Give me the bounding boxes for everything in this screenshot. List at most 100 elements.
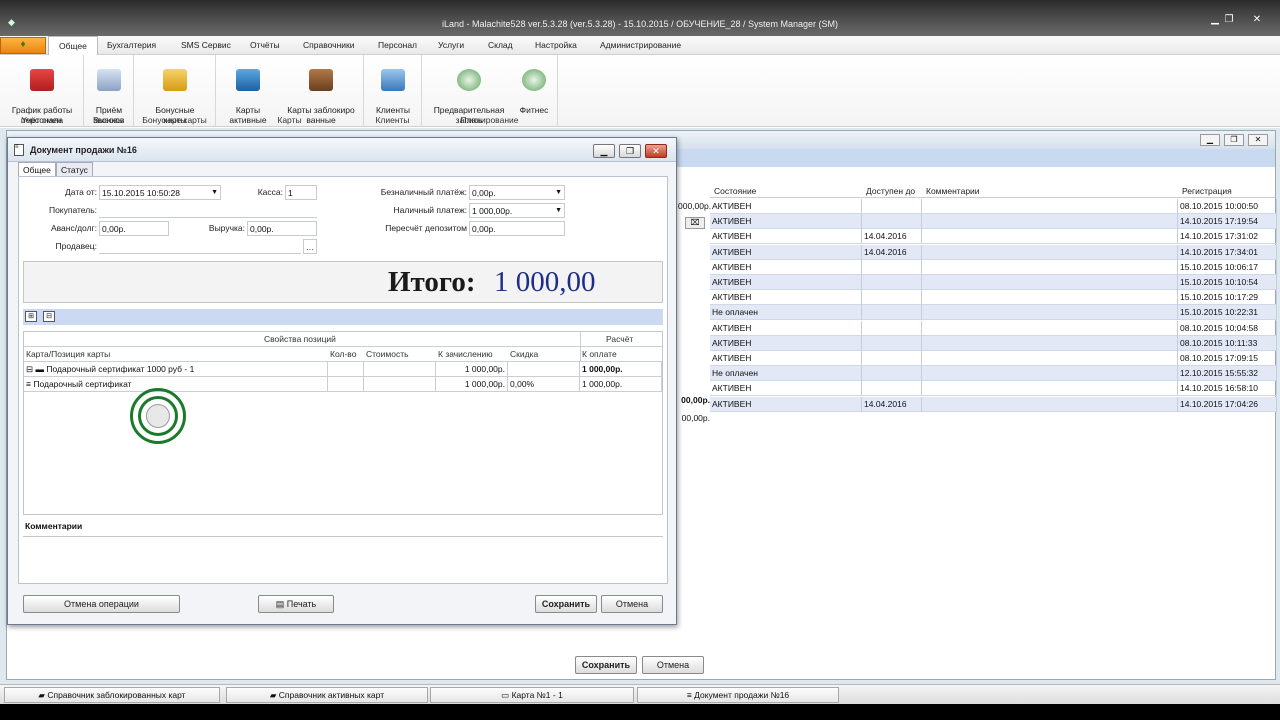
col-card-position[interactable]: Карта/Позиция карты (26, 347, 110, 361)
clients-button[interactable]: Клиенты (368, 59, 418, 115)
dialog-title: Документ продажи №16 (30, 145, 137, 155)
table-row[interactable]: АКТИВЕН 15.10.2015 10:10:54 (710, 275, 1277, 290)
comments-field[interactable] (23, 536, 663, 580)
buyer-label: Покупатель: (48, 205, 97, 215)
cashless-field[interactable]: 0,00р. ▼ (469, 185, 565, 200)
task-blocked-cards[interactable]: ▰ Справочник заблокированных карт (4, 687, 220, 703)
table-cell: АКТИВЕН (710, 290, 862, 306)
menu-tab-directories[interactable]: Справочники (303, 36, 355, 55)
kassa-field[interactable]: 1 (285, 185, 317, 200)
col-qty[interactable]: Кол-во (330, 347, 356, 361)
chevron-down-icon[interactable]: ▼ (555, 186, 562, 200)
date-field[interactable]: 15.10.2015 10:50:28 ▼ (99, 185, 221, 200)
menu-tab-reports[interactable]: Отчёты (250, 36, 280, 55)
table-row[interactable]: АКТИВЕН 14.10.2015 17:19:54 (710, 214, 1277, 230)
bg-clear-icon[interactable]: ⌧ (685, 217, 705, 229)
grid-row[interactable]: ≡ Подарочный сертификат 1 000,00р. 0,00% 1 … (24, 377, 662, 392)
bg-minimize-icon[interactable]: ▁ (1200, 134, 1220, 146)
menu-tab-admin[interactable]: Администрирование (600, 36, 681, 55)
menu-tab-accounting[interactable]: Бухгалтерия (107, 36, 156, 55)
dialog-restore-icon[interactable]: ❐ (619, 144, 641, 158)
col-header-comments[interactable]: Комментарии (926, 184, 980, 198)
menu-tab-settings[interactable]: Настройка (535, 36, 577, 55)
bg-close-icon[interactable]: ✕ (1248, 134, 1268, 146)
advance-field[interactable]: 0,00р. (99, 221, 169, 236)
mouse-cursor-icon (146, 404, 170, 428)
expand-tree-icon[interactable]: ⊞ (25, 311, 37, 322)
minimize-icon[interactable]: ▁ (1208, 14, 1222, 26)
col-credit[interactable]: К зачислению (438, 347, 493, 361)
table-cell (862, 305, 922, 321)
cashless-label: Безналичный платёж: (380, 187, 467, 197)
app-menu-button[interactable]: ♦ (0, 37, 46, 54)
table-cell: 14.04.2016 (862, 396, 922, 412)
close-icon[interactable]: ✕ (1250, 14, 1264, 26)
table-row[interactable]: АКТИВЕН 15.10.2015 10:06:17 (710, 259, 1277, 275)
col-discount[interactable]: Скидка (510, 347, 538, 361)
book-locked-icon (309, 69, 333, 91)
bg-restore-icon[interactable]: ❐ (1224, 134, 1244, 146)
fitness-button[interactable]: Фитнес (514, 59, 554, 115)
menu-tab-services[interactable]: Услуги (438, 36, 464, 55)
buyer-field[interactable] (99, 203, 317, 218)
menu-tab-sms[interactable]: SMS Сервис (181, 36, 231, 55)
table-cell: АКТИВЕН (710, 244, 862, 260)
table-cell (922, 320, 1178, 336)
deposit-field[interactable]: 0,00р. (469, 221, 565, 236)
ribbon-group-bonus: Бонусные карты Бонусные карты (134, 55, 216, 127)
task-active-cards[interactable]: ▰ Справочник активных карт (226, 687, 428, 703)
chevron-down-icon[interactable]: ▼ (555, 204, 562, 218)
table-row[interactable]: АКТИВЕН 08.10.2015 10:11:33 (710, 335, 1277, 351)
grid-cell-qty (328, 362, 364, 377)
chevron-down-icon[interactable]: ▼ (211, 186, 218, 200)
revenue-field[interactable]: 0,00р. (247, 221, 317, 236)
cash-field[interactable]: 1 000,00р. ▼ (469, 203, 565, 218)
dialog-minimize-icon[interactable]: ▁ (593, 144, 615, 158)
table-row[interactable]: АКТИВЕН 08.10.2015 10:04:58 (710, 320, 1277, 336)
table-cell: АКТИВЕН (710, 214, 862, 230)
col-pay[interactable]: К оплате (582, 347, 617, 361)
dialog-close-icon[interactable]: ✕ (645, 144, 667, 158)
menu-tab-warehouse[interactable]: Склад (488, 36, 513, 55)
print-button[interactable]: ▤ Печать (258, 595, 334, 613)
table-cell: 08.10.2015 10:11:33 (1178, 335, 1277, 351)
table-row[interactable]: АКТИВЕН 08.10.2015 10:00:50 (710, 199, 1277, 214)
table-row[interactable]: Не оплачен 12.10.2015 15:55:32 (710, 366, 1277, 382)
col-header-available[interactable]: Доступен до (866, 184, 915, 198)
table-cell (922, 214, 1178, 230)
seller-field[interactable] (99, 239, 301, 254)
seller-picker-icon[interactable]: … (303, 239, 317, 254)
col-cost[interactable]: Стоимость (366, 347, 409, 361)
restore-icon[interactable]: ❐ (1222, 14, 1236, 26)
cancel-button[interactable]: Отмена (601, 595, 663, 613)
cancel-operation-button[interactable]: Отмена операции (23, 595, 180, 613)
cashless-value: 0,00р. (472, 188, 496, 198)
bg-cancel-button[interactable]: Отмена (642, 656, 704, 674)
col-header-status[interactable]: Состояние (714, 184, 756, 198)
table-row[interactable]: АКТИВЕН 14.04.2016 14.10.2015 17:31:02 (710, 229, 1277, 245)
tab-general[interactable]: Общее (18, 162, 56, 177)
grid-row[interactable]: ⊟ ▬ Подарочный сертификат 1000 руб - 1 1 … (24, 362, 662, 377)
table-cell (922, 335, 1178, 351)
menu-tab-general[interactable]: Общее (48, 36, 98, 55)
table-row[interactable]: Не оплачен 15.10.2015 10:22:31 (710, 305, 1277, 321)
tree-collapse-icon[interactable]: ⊟ ▬ (26, 364, 46, 374)
bg-save-button[interactable]: Сохранить (575, 656, 637, 674)
table-cell: 14.04.2016 (862, 229, 922, 245)
app-titlebar: ◆ iLand - Malachite528 ver.5.3.28 (ver.5… (0, 0, 1280, 36)
col-header-registration[interactable]: Регистрация (1182, 184, 1232, 198)
kassa-label: Касса: (257, 187, 283, 197)
tab-status[interactable]: Статус (56, 162, 93, 177)
table-cell (862, 275, 922, 290)
save-button[interactable]: Сохранить (535, 595, 597, 613)
table-row[interactable]: АКТИВЕН 15.10.2015 10:17:29 (710, 290, 1277, 306)
table-row[interactable]: АКТИВЕН 14.04.2016 14.10.2015 17:34:01 (710, 244, 1277, 260)
task-sale-document[interactable]: ≡ Документ продажи №16 (637, 687, 839, 703)
collapse-tree-icon[interactable]: ⊟ (43, 311, 55, 322)
table-row[interactable]: АКТИВЕН 08.10.2015 17:09:15 (710, 351, 1277, 366)
table-cell (862, 259, 922, 275)
task-card-1[interactable]: ▭ Карта №1 - 1 (430, 687, 634, 703)
table-row[interactable]: АКТИВЕН 14.10.2015 16:58:10 (710, 381, 1277, 397)
menu-tab-staff[interactable]: Персонал (378, 36, 417, 55)
table-row[interactable]: АКТИВЕН 14.04.2016 14.10.2015 17:04:26 (710, 396, 1277, 412)
